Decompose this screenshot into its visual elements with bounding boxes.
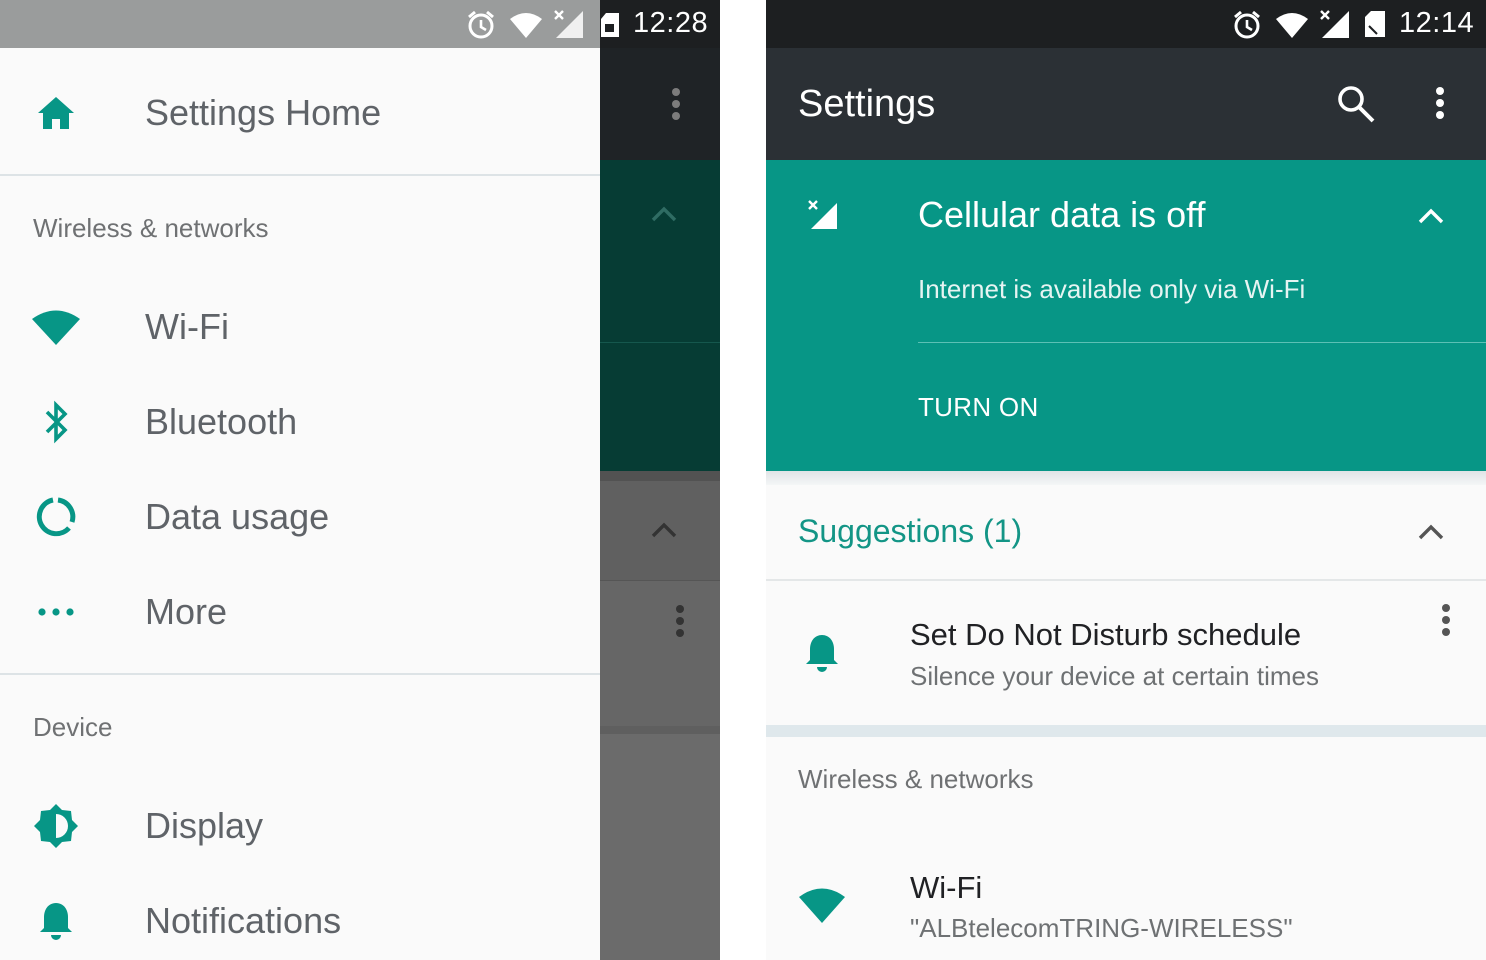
drawer-item-label: Bluetooth xyxy=(145,401,298,442)
wifi-title: Wi-Fi xyxy=(910,870,983,905)
bluetooth-icon xyxy=(30,398,82,446)
wifi-icon xyxy=(798,886,846,924)
drawer-item-wifi[interactable]: Wi-Fi xyxy=(0,279,600,374)
overflow-menu-icon[interactable] xyxy=(1440,603,1452,639)
suggestions-header[interactable]: Suggestions (1) xyxy=(766,485,1486,579)
background-app-scrim[interactable] xyxy=(600,48,720,960)
overflow-menu-icon xyxy=(670,86,682,122)
drawer-item-more[interactable]: More xyxy=(0,564,600,659)
sim-card-icon xyxy=(1364,10,1386,38)
chevron-up-icon xyxy=(651,522,677,538)
suggestion-title: Set Do Not Disturb schedule xyxy=(910,617,1302,652)
overflow-menu-icon[interactable] xyxy=(1434,86,1446,122)
drawer-item-display[interactable]: Display xyxy=(0,778,600,873)
app-toolbar: Settings xyxy=(766,48,1486,160)
suggestion-item-dnd[interactable]: Set Do Not Disturb schedule Silence your… xyxy=(766,581,1486,725)
overflow-menu-icon xyxy=(674,603,686,639)
condition-summary: Internet is available only via Wi-Fi xyxy=(918,274,1306,304)
navigation-drawer: Settings Home Wireless & networks Wi-Fi … xyxy=(0,48,600,960)
search-icon[interactable] xyxy=(1336,84,1376,124)
drawer-item-label: Notifications xyxy=(145,900,342,941)
settings-item-wifi[interactable]: Wi-Fi "ALBtelecomTRING-WIRELESS" xyxy=(766,850,1486,960)
drawer-item-label: Display xyxy=(145,805,264,846)
alarm-icon xyxy=(1231,9,1263,41)
drawer-item-settings-home[interactable]: Settings Home xyxy=(0,65,600,160)
sim-card-icon xyxy=(600,12,620,38)
drawer-item-bluetooth[interactable]: Bluetooth xyxy=(0,374,600,469)
data-usage-icon xyxy=(30,493,82,541)
condition-title: Cellular data is off xyxy=(918,194,1206,235)
status-bar: 12:28 xyxy=(0,0,720,48)
cellular-off-icon xyxy=(553,9,585,39)
more-horiz-icon xyxy=(30,588,82,636)
brightness-icon xyxy=(30,802,82,850)
status-bar: 12:14 xyxy=(766,0,1486,48)
condition-card-cellular[interactable]: Cellular data is off Internet is availab… xyxy=(766,160,1486,471)
cellular-off-icon xyxy=(1319,9,1351,39)
cellular-off-icon xyxy=(808,200,838,230)
turn-on-button[interactable]: TURN ON xyxy=(918,392,1039,423)
section-title-wireless: Wireless & networks xyxy=(798,764,1034,794)
drawer-item-label: Data usage xyxy=(145,496,330,537)
section-divider xyxy=(766,725,1486,737)
drawer-item-label: Settings Home xyxy=(145,92,382,133)
drawer-item-label: Wi-Fi xyxy=(145,306,229,347)
status-time: 12:14 xyxy=(1399,7,1475,39)
alarm-icon xyxy=(465,9,497,41)
chevron-up-icon xyxy=(1418,524,1444,540)
bell-icon xyxy=(30,897,82,945)
chevron-up-icon[interactable] xyxy=(1418,208,1444,224)
drawer-item-notifications[interactable]: Notifications xyxy=(0,873,600,960)
drawer-divider xyxy=(0,673,600,675)
card-shadow xyxy=(766,471,1486,485)
section-title-device: Device xyxy=(33,712,113,742)
page-title: Settings xyxy=(798,83,936,125)
drawer-divider xyxy=(0,174,600,176)
right-screen: 12:14 Settings Cellular data is off Inte… xyxy=(766,0,1486,960)
wifi-icon xyxy=(1275,11,1309,39)
home-icon xyxy=(30,89,82,137)
wifi-icon xyxy=(30,303,82,351)
drawer-item-label: More xyxy=(145,591,228,632)
wifi-icon xyxy=(509,11,543,39)
left-screen: 12:28 Settings Home Wireless & networks … xyxy=(0,0,720,960)
wifi-network-name: "ALBtelecomTRING-WIRELESS" xyxy=(910,913,1293,943)
status-time: 12:28 xyxy=(633,7,709,39)
bell-icon xyxy=(804,631,840,675)
section-title-wireless: Wireless & networks xyxy=(33,213,269,243)
chevron-up-icon xyxy=(651,206,677,222)
drawer-item-data-usage[interactable]: Data usage xyxy=(0,469,600,564)
suggestions-title: Suggestions (1) xyxy=(798,513,1023,549)
suggestion-summary: Silence your device at certain times xyxy=(910,661,1319,691)
card-divider xyxy=(918,342,1486,343)
